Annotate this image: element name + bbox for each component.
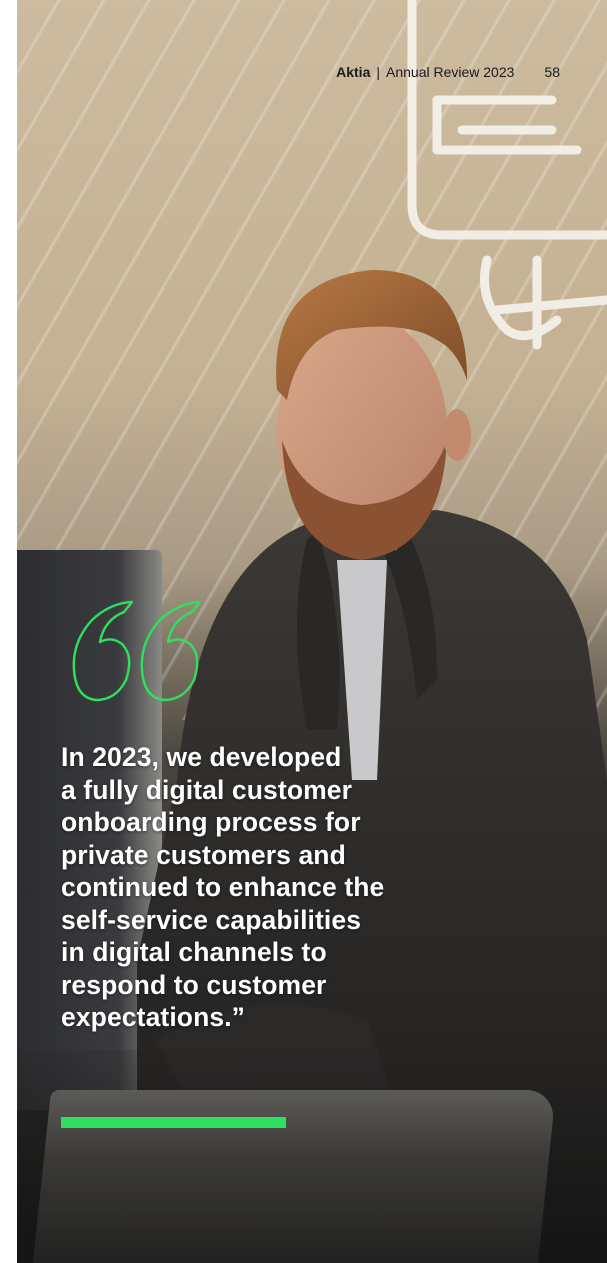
page-header: Aktia | Annual Review 2023 58 bbox=[336, 64, 560, 80]
quote-line: continued to enhance the bbox=[61, 872, 385, 902]
quote-line: self-service capabilities bbox=[61, 904, 362, 935]
pull-quote: In 2023, we developed a fully digital cu… bbox=[61, 741, 471, 1034]
publication-title: Annual Review 2023 bbox=[386, 64, 515, 80]
quote-line: private customers and bbox=[61, 839, 346, 870]
quote-line: In 2023, we developed bbox=[61, 742, 342, 772]
header-separator: | bbox=[376, 64, 380, 80]
quote-line: in digital channels to bbox=[61, 937, 327, 967]
page-number: 58 bbox=[544, 64, 560, 80]
open-quote-outline-icon bbox=[72, 600, 202, 702]
quote-line: respond to customer bbox=[61, 969, 327, 1000]
quote-line: expectations.” bbox=[61, 1002, 246, 1032]
quote-line: a fully digital customer bbox=[61, 774, 353, 805]
brand-name: Aktia bbox=[336, 64, 371, 80]
quote-line: onboarding process for bbox=[61, 807, 361, 837]
accent-bar bbox=[61, 1117, 286, 1128]
laptop bbox=[32, 1090, 557, 1263]
